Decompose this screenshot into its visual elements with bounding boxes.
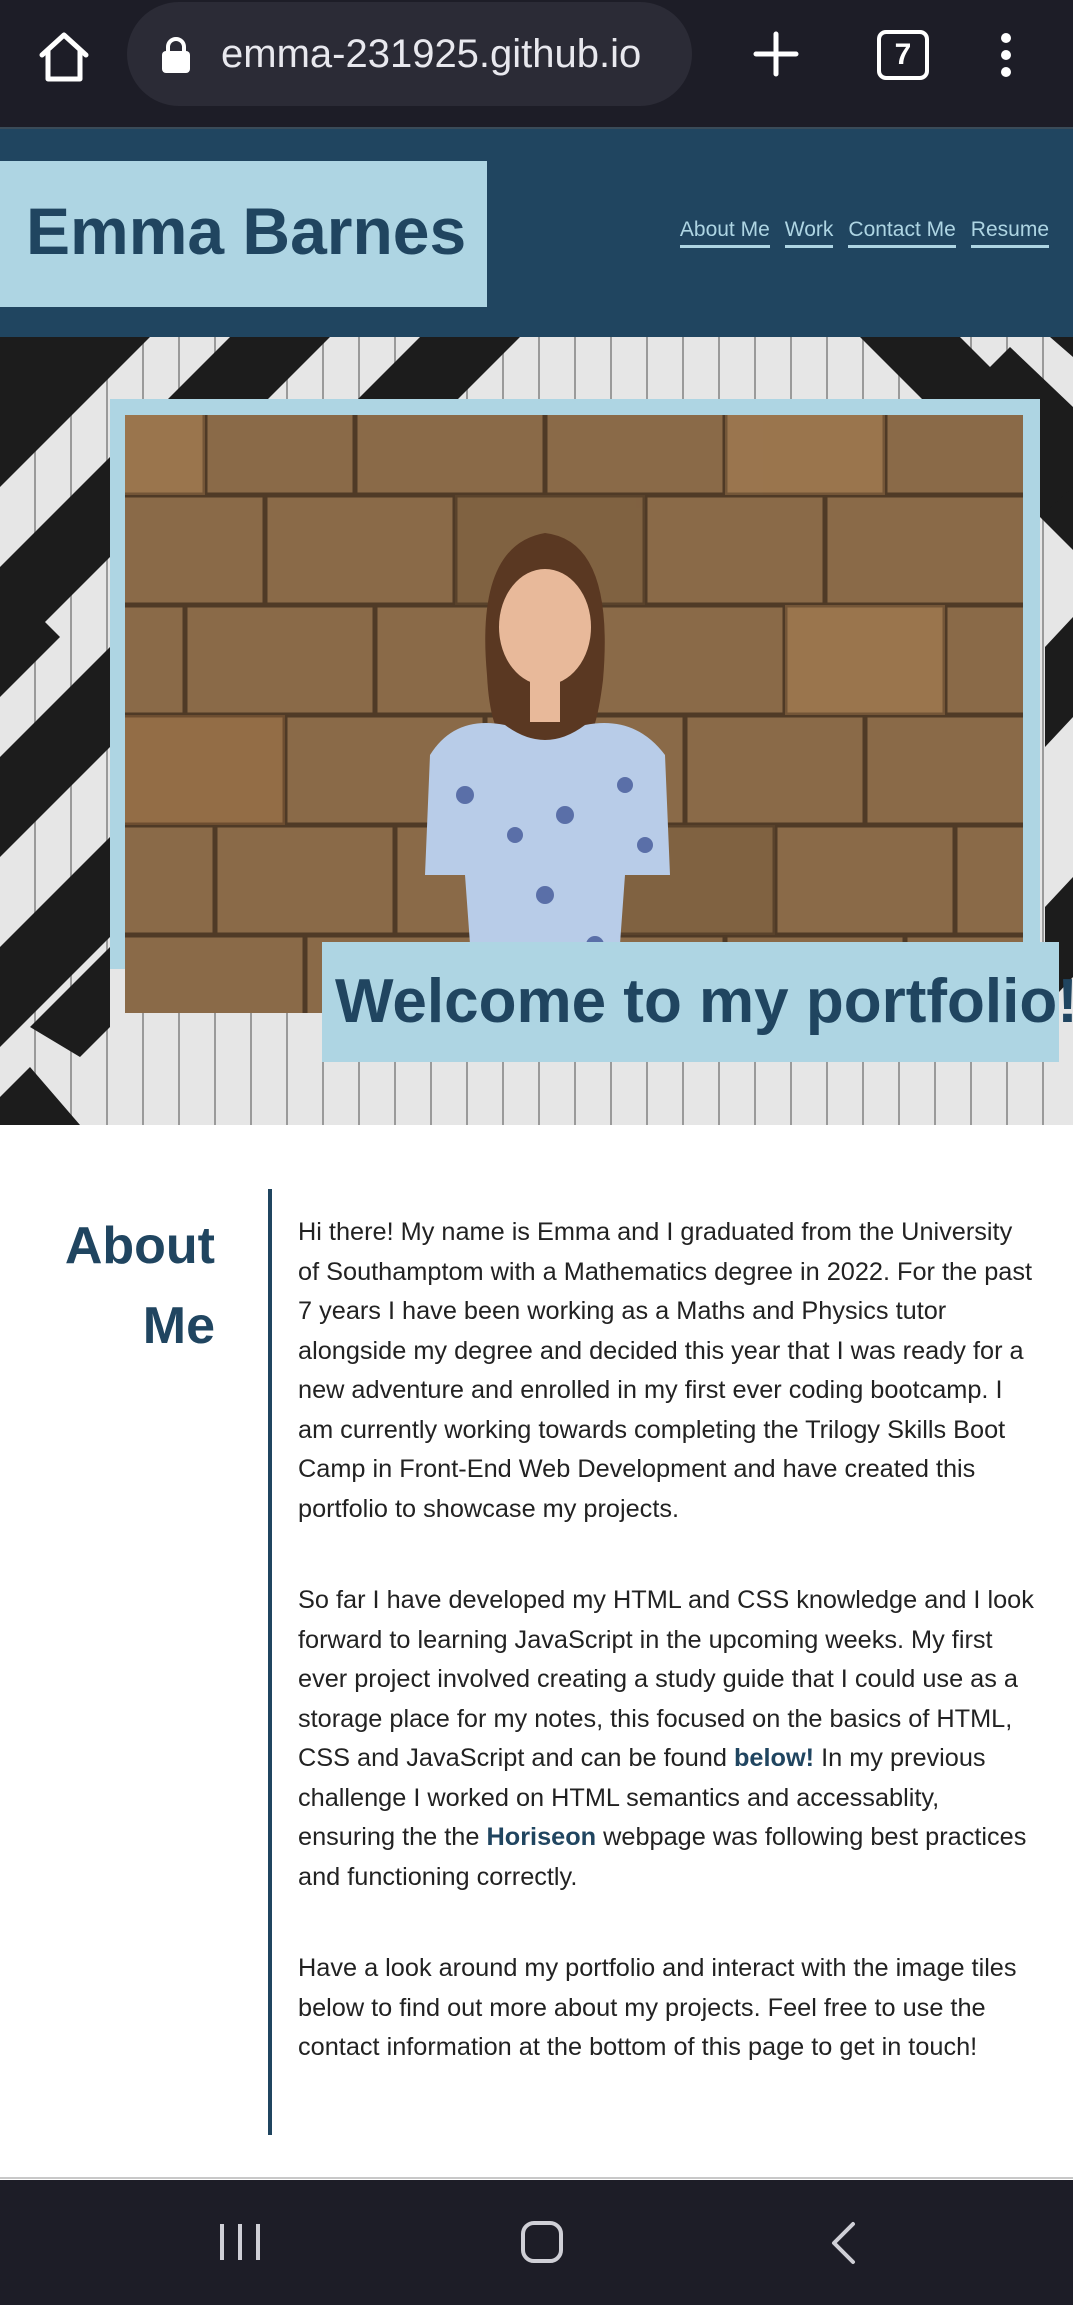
url-text[interactable]: emma-231925.github.io <box>221 28 641 80</box>
profile-photo <box>125 415 1023 1013</box>
welcome-banner: Welcome to my portfolio! <box>322 942 1073 1062</box>
logo-box: Emma Barnes <box>0 161 487 307</box>
hero-section: Welcome to my portfolio! <box>0 337 1073 1125</box>
lock-icon <box>162 37 190 73</box>
tabs-icon[interactable]: 7 <box>877 30 929 80</box>
about-paragraph-3: Have a look around my portfolio and inte… <box>298 1954 1017 2061</box>
about-heading-line1: About <box>64 1217 215 1275</box>
browser-toolbar: emma-231925.github.io 7 <box>0 0 1073 127</box>
nav-contact-me[interactable]: Contact Me <box>848 218 956 248</box>
home-icon[interactable] <box>34 27 94 87</box>
address-bar[interactable]: emma-231925.github.io <box>127 2 692 106</box>
more-vert-icon[interactable] <box>996 32 1016 78</box>
nav-resume[interactable]: Resume <box>970 218 1049 248</box>
back-icon[interactable] <box>828 2220 858 2266</box>
tab-count: 7 <box>894 38 912 71</box>
about-paragraph-2: So far I have developed my HTML and CSS … <box>298 1581 1038 1897</box>
about-body: Hi there! My name is Emma and I graduate… <box>298 1213 1038 2120</box>
site-header: Emma Barnes About Me Work Contact Me Res… <box>0 127 1073 339</box>
divider <box>0 2177 1073 2179</box>
welcome-heading: Welcome to my portfolio! <box>335 967 1073 1036</box>
study-guide-link[interactable]: below! <box>734 1744 814 1772</box>
about-heading: About Me <box>40 1206 215 1366</box>
plus-icon[interactable] <box>752 30 800 78</box>
home-button-icon[interactable] <box>520 2220 564 2264</box>
main-nav: About Me Work Contact Me Resume <box>679 218 1049 248</box>
about-paragraph-1: Hi there! My name is Emma and I graduate… <box>298 1218 1033 1523</box>
about-divider <box>268 1189 272 2135</box>
nav-about-me[interactable]: About Me <box>679 218 770 248</box>
recent-apps-icon[interactable] <box>218 2222 262 2262</box>
nav-work[interactable]: Work <box>784 218 834 248</box>
system-nav-bar <box>0 2180 1073 2305</box>
horiseon-link[interactable]: Horiseon <box>486 1823 596 1851</box>
about-heading-line2: Me <box>142 1297 215 1355</box>
site-title: Emma Barnes <box>26 194 467 268</box>
